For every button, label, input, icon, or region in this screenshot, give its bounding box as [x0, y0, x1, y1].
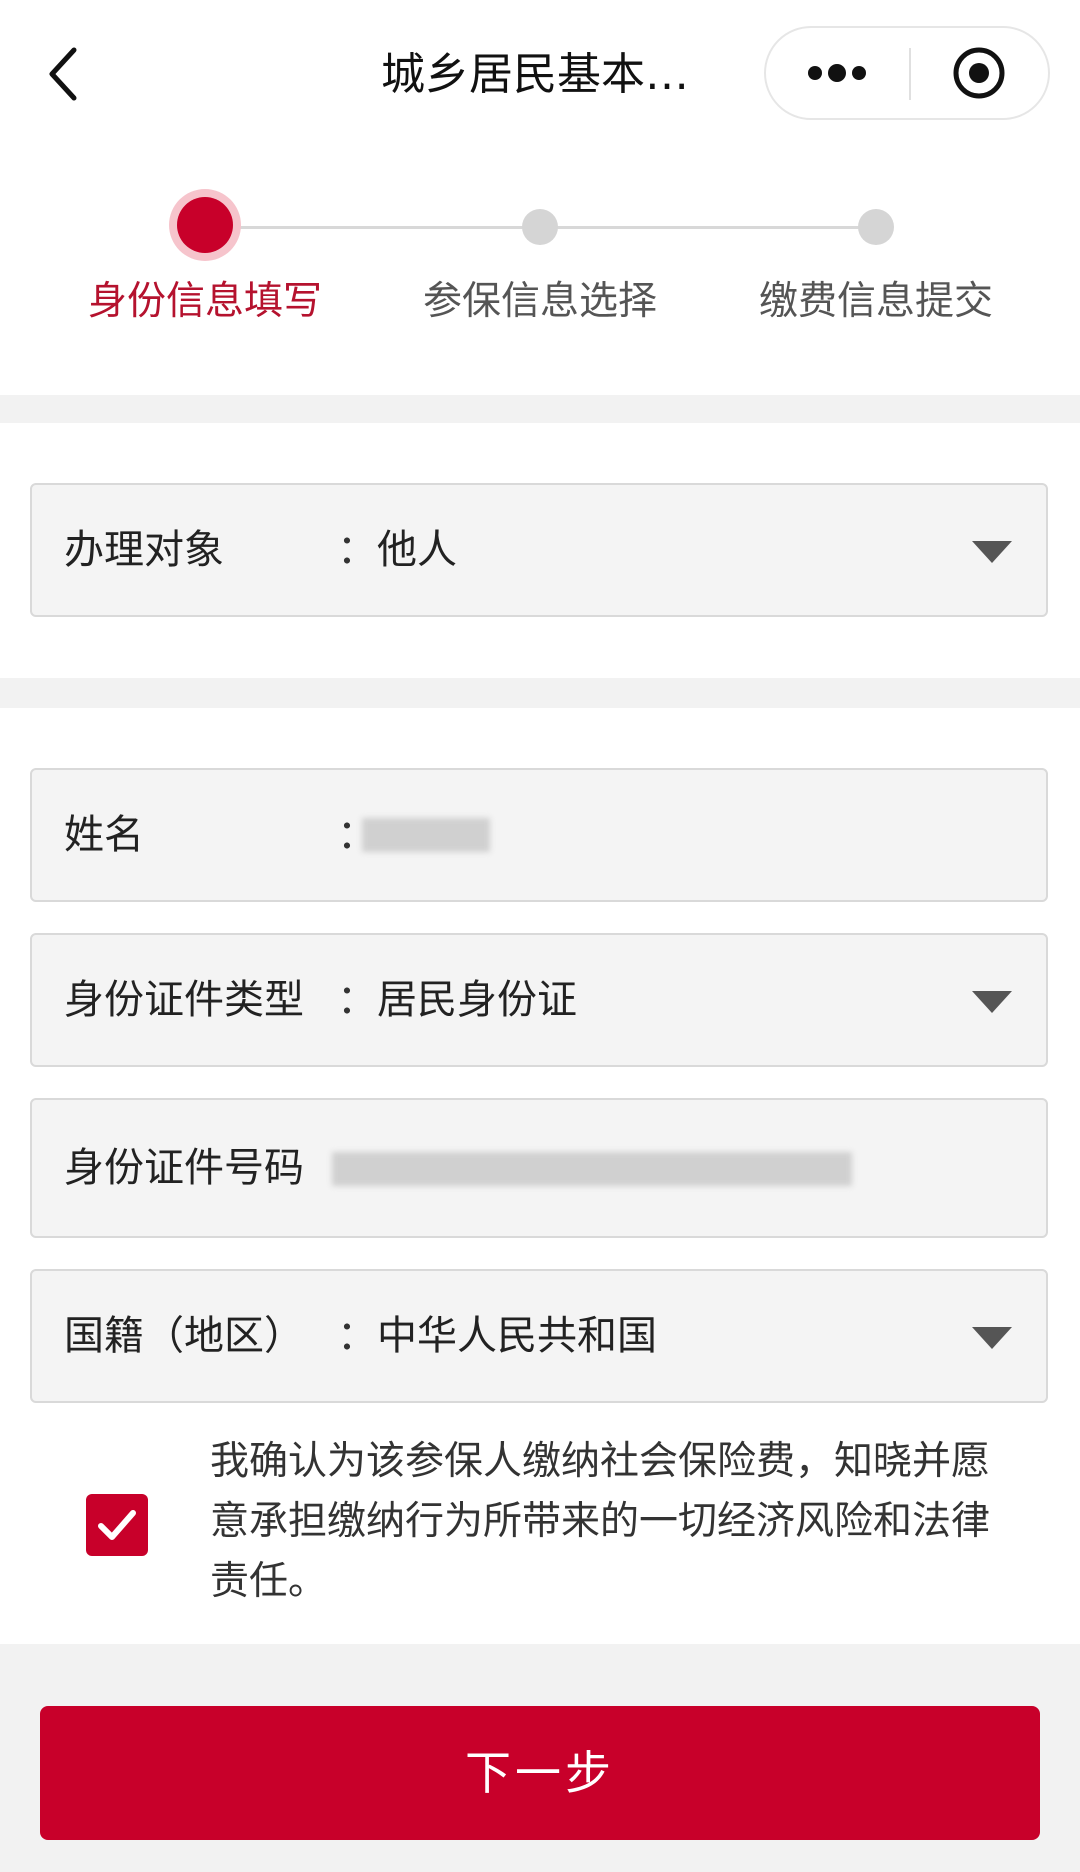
step-connector: [233, 226, 523, 229]
field-colon: ：: [337, 977, 377, 1023]
step-3-label: 缴费信息提交: [758, 279, 993, 324]
name-field[interactable]: 姓名 ：: [30, 768, 1048, 902]
back-button[interactable]: [44, 44, 84, 104]
target-value: 他人: [377, 527, 457, 573]
target-label: 办理对象: [64, 527, 224, 573]
id-type-label: 身份证件类型: [64, 977, 304, 1023]
more-button[interactable]: [766, 28, 908, 118]
more-icon: [808, 64, 866, 82]
name-label: 姓名: [64, 812, 144, 858]
step-2-dot: [522, 209, 558, 245]
id-type-value: 居民身份证: [377, 977, 577, 1023]
nationality-label: 国籍（地区）: [64, 1313, 304, 1359]
checkmark-icon: [98, 1510, 136, 1540]
step-connector: [557, 226, 861, 229]
page-title: 城乡居民基本…: [381, 49, 689, 100]
step-2-label: 参保信息选择: [422, 279, 657, 324]
target-select[interactable]: 办理对象 ： 他人: [30, 483, 1048, 617]
consent-text: 我确认为该参保人缴纳社会保险费，知晓并愿意承担缴纳行为所带来的一切经济风险和法律…: [210, 1439, 991, 1604]
dropdown-arrow-icon: [972, 541, 1012, 563]
id-number-field[interactable]: 身份证件号码: [30, 1098, 1048, 1238]
id-number-value-redacted: [332, 1152, 852, 1186]
section-divider: [0, 395, 1080, 423]
field-colon: ：: [337, 527, 377, 573]
progress-stepper: 身份信息填写 参保信息选择 缴费信息提交: [0, 150, 1080, 395]
nationality-select[interactable]: 国籍（地区） ： 中华人民共和国: [30, 1269, 1048, 1403]
next-step-button[interactable]: 下一步: [40, 1706, 1040, 1840]
nationality-value: 中华人民共和国: [377, 1313, 657, 1359]
top-nav-bar: 城乡居民基本…: [0, 0, 1080, 150]
mini-program-capsule: [764, 26, 1050, 120]
name-value-redacted: [362, 818, 490, 852]
dropdown-arrow-icon: [972, 991, 1012, 1013]
dropdown-arrow-icon: [972, 1327, 1012, 1349]
close-button[interactable]: [911, 28, 1048, 118]
id-number-label: 身份证件号码: [64, 1145, 304, 1191]
field-colon: ：: [337, 1313, 377, 1359]
id-type-select[interactable]: 身份证件类型 ： 居民身份证: [30, 933, 1048, 1067]
back-icon: [49, 47, 77, 101]
step-3-dot: [858, 209, 894, 245]
section-divider: [0, 678, 1080, 708]
consent-checkbox[interactable]: [86, 1494, 148, 1556]
step-1-label: 身份信息填写: [87, 279, 322, 324]
step-1-dot: [177, 197, 233, 253]
close-target-icon: [953, 47, 1005, 99]
